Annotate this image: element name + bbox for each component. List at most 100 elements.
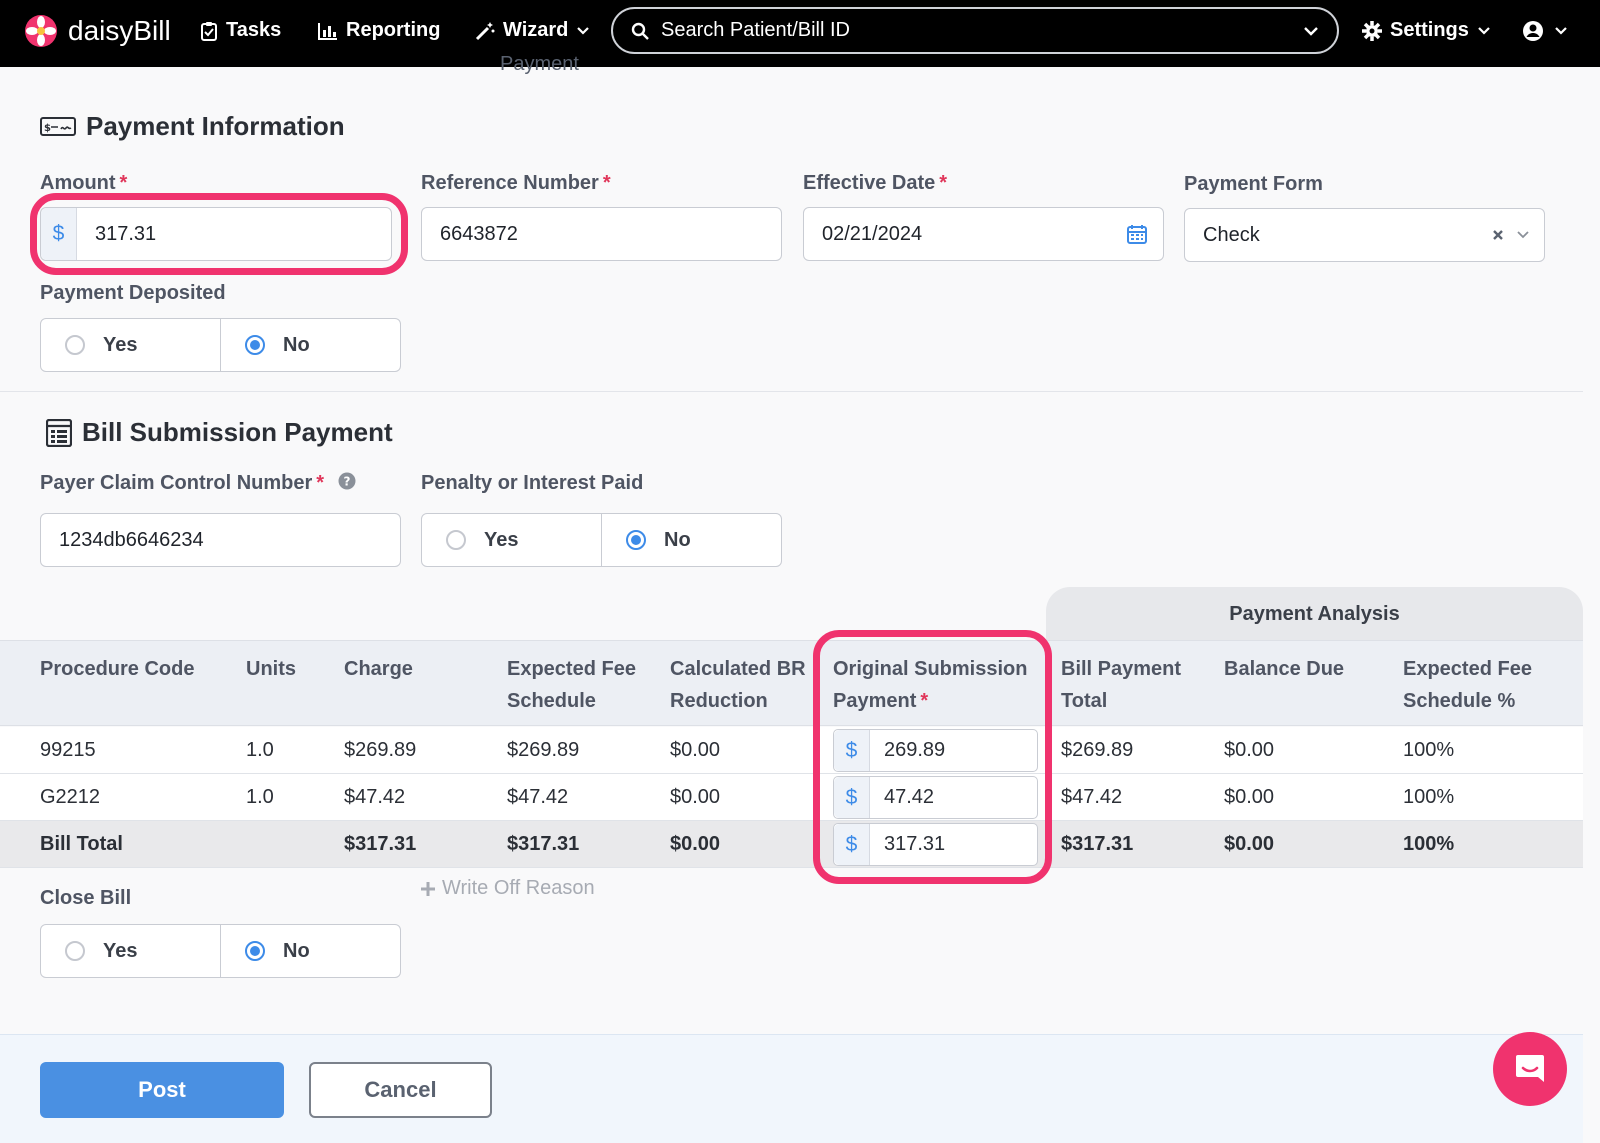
cell-units: 1.0 [246, 739, 274, 761]
close-bill-yes[interactable]: Yes [41, 925, 220, 977]
chat-support-button[interactable] [1493, 1032, 1567, 1106]
cell-procedure: G2212 [40, 786, 101, 808]
help-question-icon[interactable]: ? [338, 472, 356, 490]
chevron-down-icon[interactable] [1303, 26, 1319, 36]
chevron-down-icon[interactable] [1516, 230, 1530, 240]
nav-wizard-label: Wizard [503, 19, 569, 41]
cell-balance: $0.00 [1224, 786, 1275, 808]
daisybill-logo[interactable]: daisyBill [24, 14, 171, 48]
close-bill-no[interactable]: No [220, 925, 400, 977]
nav-tasks[interactable]: Tasks [200, 0, 281, 61]
bill-submission-payment-title-text: Bill Submission Payment [82, 417, 393, 447]
table-row: 99215 1.0 $269.89 $269.89 $0.00 $269.89 … [0, 727, 1583, 774]
nav-reporting-label: Reporting [346, 19, 441, 41]
payment-deposited-no[interactable]: No [220, 319, 400, 371]
penalty-interest-no[interactable]: No [601, 514, 781, 566]
col-units: Units [246, 658, 296, 680]
write-off-reason-link[interactable]: Write Off Reason [420, 877, 595, 900]
cell-expected: $269.89 [507, 739, 580, 761]
table-total-row: Bill Total $317.31 $317.31 $0.00 $317.31… [0, 821, 1583, 868]
col-line: Expected Fee [1403, 658, 1532, 680]
col-line: Calculated BR [670, 658, 806, 680]
cell-bill-payment: $269.89 [1061, 739, 1134, 761]
chevron-down-icon [1478, 26, 1490, 35]
col-expected-fee-schedule: Expected Fee Schedule [507, 653, 636, 717]
claim-control-number-value: 1234db6646234 [59, 528, 204, 551]
radio-button-selected[interactable] [245, 335, 265, 355]
patient-bill-search[interactable]: Search Patient/Bill ID [611, 7, 1339, 54]
radio-button-selected[interactable] [245, 941, 265, 961]
effective-date-field[interactable]: 02/21/2024 [803, 207, 1164, 261]
cell-total-label: Bill Total [40, 833, 123, 855]
payer-claim-control-number-field[interactable]: 1234db6646234 [40, 513, 401, 567]
check-payment-icon: $ [40, 116, 76, 136]
search-placeholder: Search Patient/Bill ID [661, 19, 850, 41]
table-row: G2212 1.0 $47.42 $47.42 $0.00 $47.42 $47… [0, 774, 1583, 821]
col-balance-due: Balance Due [1224, 658, 1345, 680]
radio-button[interactable] [65, 335, 85, 355]
payment-form-select[interactable]: Check [1184, 208, 1545, 262]
effective-date-value: 02/21/2024 [822, 222, 923, 245]
required-marker: * [316, 472, 325, 494]
search-icon [631, 22, 649, 40]
payment-form-label: Payment Form [1184, 173, 1323, 195]
chevron-down-icon [1555, 26, 1567, 35]
radio-button[interactable] [65, 941, 85, 961]
cell-calculated: $0.00 [670, 833, 721, 855]
required-marker: * [939, 172, 948, 194]
amount-highlight-annotation [30, 193, 408, 275]
payment-deposited-label: Payment Deposited [40, 282, 226, 304]
invoice-icon [46, 418, 72, 447]
cell-pct: 100% [1403, 786, 1455, 808]
nav-wizard[interactable]: Wizard [475, 0, 590, 61]
cell-procedure: 99215 [40, 739, 96, 761]
claim-label-text: Payer Claim Control Number [40, 472, 313, 494]
payment-deposited-yes[interactable]: Yes [41, 319, 220, 371]
nav-reporting[interactable]: Reporting [318, 0, 440, 61]
cancel-button[interactable]: Cancel [309, 1062, 492, 1118]
cell-bill-payment: $317.31 [1061, 833, 1134, 855]
option-label: No [283, 939, 310, 962]
cell-expected: $317.31 [507, 833, 580, 855]
reference-number-label: Reference Number * [421, 172, 611, 195]
col-line: Schedule % [1403, 690, 1516, 712]
cell-charge: $317.31 [344, 833, 417, 855]
user-menu[interactable] [1522, 0, 1568, 61]
svg-text:?: ? [344, 474, 351, 488]
radio-button[interactable] [446, 530, 466, 550]
required-marker: * [602, 172, 611, 194]
cell-charge: $47.42 [344, 786, 406, 808]
option-label: Yes [103, 939, 138, 962]
original-payment-highlight-annotation [813, 630, 1052, 884]
cell-calculated: $0.00 [670, 786, 721, 808]
clipboard-check-icon [201, 21, 217, 41]
section-divider [0, 391, 1583, 392]
nav-settings[interactable]: Settings [1362, 0, 1491, 61]
brand-name: daisyBill [68, 15, 171, 46]
col-calculated-br-reduction: Calculated BR Reduction [670, 653, 806, 717]
option-label: Yes [103, 333, 138, 356]
close-bill-label: Close Bill [40, 887, 132, 909]
calendar-icon[interactable] [1127, 224, 1147, 244]
reference-label-text: Reference Number [421, 172, 599, 194]
col-line: Bill Payment [1061, 658, 1182, 680]
svg-text:$: $ [44, 123, 51, 134]
col-line: Expected Fee [507, 658, 636, 680]
procedure-table-header: Procedure Code Units Charge Expected Fee… [0, 640, 1583, 726]
bar-chart-icon [318, 22, 337, 40]
chevron-down-icon [577, 26, 590, 35]
form-footer: Post Cancel [0, 1034, 1583, 1143]
penalty-interest-radio-group: Yes No [421, 513, 782, 567]
user-avatar-icon [1523, 20, 1543, 41]
payment-information-title: $ Payment Information [40, 111, 345, 142]
reference-number-field[interactable]: 6643872 [421, 207, 782, 261]
col-line: Total [1061, 690, 1108, 712]
clear-x-icon[interactable] [1492, 229, 1504, 241]
radio-button-selected[interactable] [626, 530, 646, 550]
post-button[interactable]: Post [40, 1062, 284, 1118]
penalty-interest-yes[interactable]: Yes [422, 514, 601, 566]
nav-settings-label: Settings [1390, 19, 1469, 41]
reference-number-value: 6643872 [440, 222, 518, 245]
col-line: Schedule [507, 690, 596, 712]
col-charge: Charge [344, 658, 413, 680]
